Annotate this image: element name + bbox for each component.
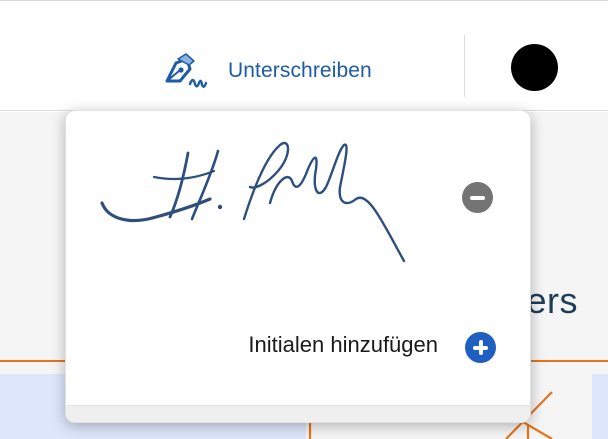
handwritten-signature [100,141,406,263]
add-initials-label: Initialen hinzufügen [248,332,438,357]
signature-popover: Initialen hinzufügen [65,110,531,423]
toolbar-divider [464,35,465,97]
toolbar: Unterschreiben [0,1,608,111]
color-picker-black[interactable] [511,44,558,91]
remove-signature-button[interactable] [462,182,493,213]
add-initials-row[interactable]: Initialen hinzufügen [66,325,530,369]
pen-signature-icon [165,53,208,88]
saved-signature-row[interactable] [66,111,530,281]
sign-button[interactable]: Unterschreiben [156,53,372,89]
plus-circle-icon[interactable] [465,332,496,363]
popover-footer [66,405,530,422]
sign-button-label: Unterschreiben [228,59,372,82]
